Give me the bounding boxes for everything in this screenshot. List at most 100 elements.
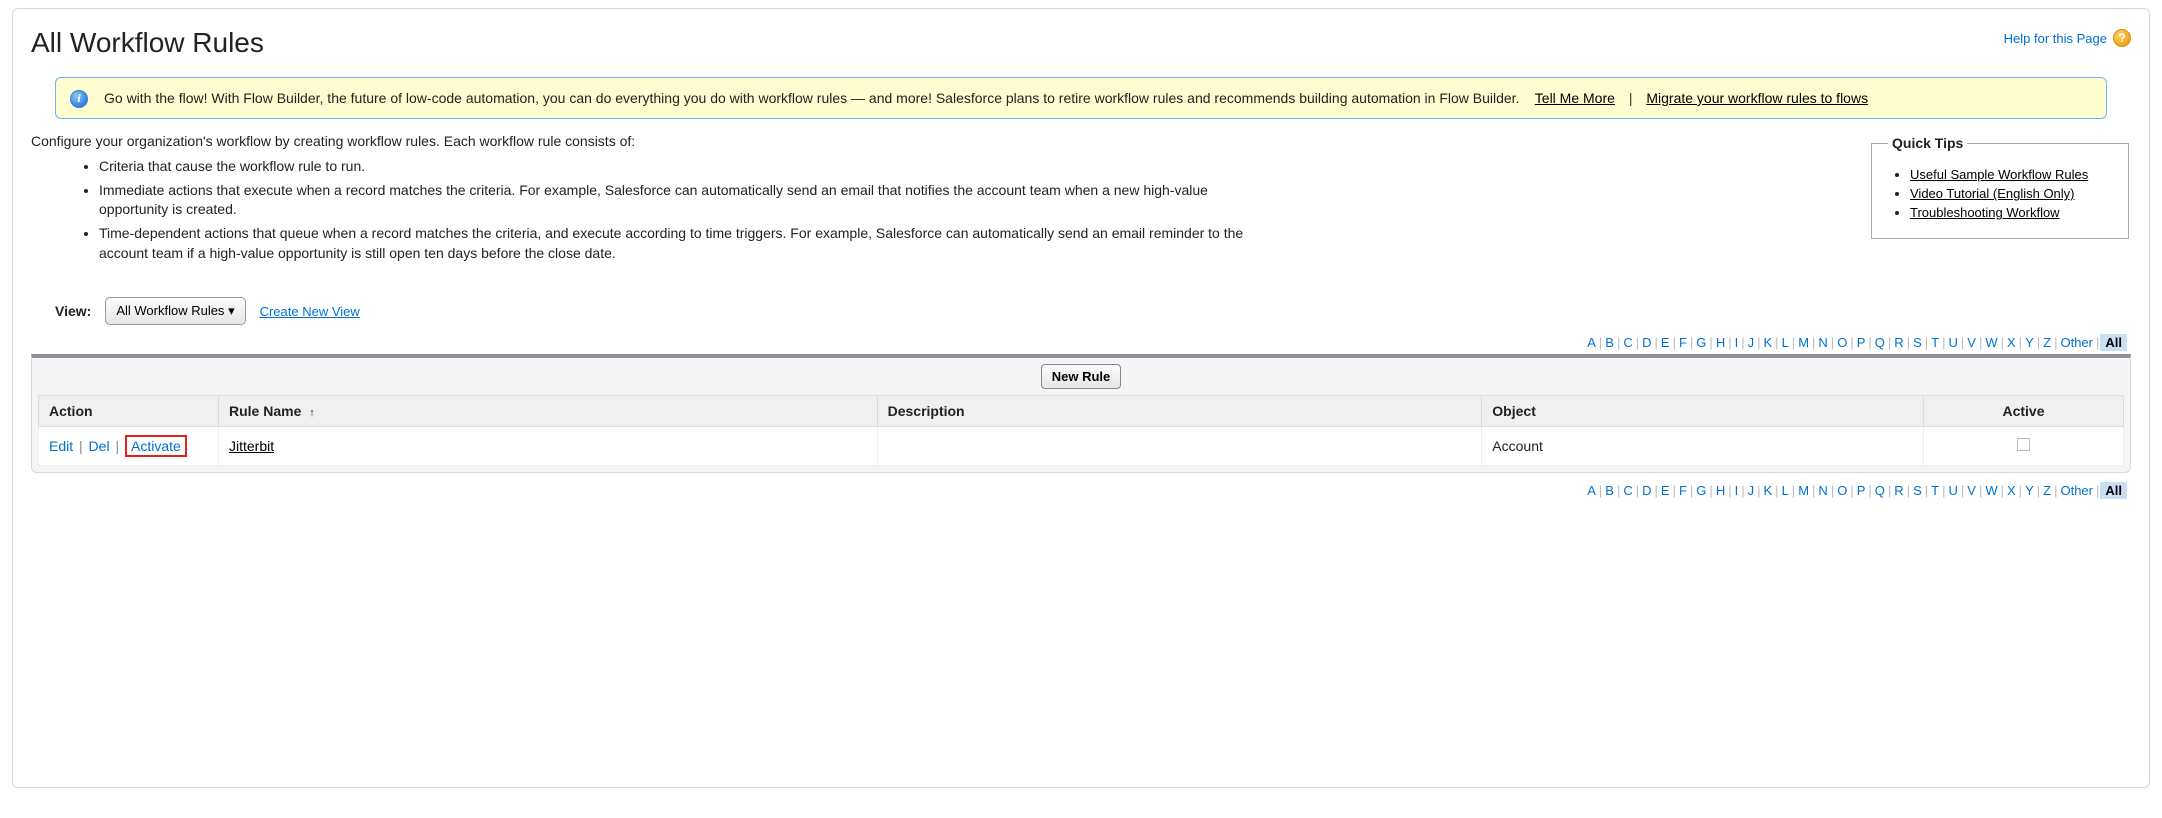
- rolodex-letter[interactable]: I: [1733, 483, 1741, 498]
- activate-link[interactable]: Activate: [131, 438, 181, 454]
- rolodex-letter[interactable]: B: [1603, 335, 1616, 350]
- rolodex-letter[interactable]: F: [1677, 483, 1689, 498]
- rolodex-letter[interactable]: G: [1694, 483, 1708, 498]
- rolodex-letter[interactable]: R: [1892, 483, 1905, 498]
- col-action: Action: [39, 396, 219, 427]
- activate-highlight: Activate: [125, 435, 187, 457]
- intro-list: Criteria that cause the workflow rule to…: [31, 157, 1849, 263]
- rolodex-letter[interactable]: U: [1946, 335, 1959, 350]
- rolodex-all[interactable]: All: [2100, 482, 2127, 499]
- col-description: Description: [877, 396, 1482, 427]
- intro-bullet: Criteria that cause the workflow rule to…: [99, 157, 1259, 177]
- rolodex-letter[interactable]: V: [1965, 483, 1978, 498]
- del-link[interactable]: Del: [89, 438, 110, 454]
- rolodex-letter[interactable]: W: [1983, 483, 1999, 498]
- table-row: Edit | Del | Activate Jitterbit Account: [39, 427, 2124, 466]
- rolodex-letter[interactable]: C: [1621, 335, 1634, 350]
- rolodex-letter[interactable]: S: [1911, 335, 1924, 350]
- rolodex-letter[interactable]: M: [1796, 483, 1811, 498]
- view-select[interactable]: All Workflow Rules ▾: [105, 297, 245, 325]
- rolodex-letter[interactable]: C: [1621, 483, 1634, 498]
- rolodex-letter[interactable]: T: [1929, 483, 1941, 498]
- rolodex-letter[interactable]: I: [1733, 335, 1741, 350]
- rolodex-letter[interactable]: A: [1585, 335, 1598, 350]
- rolodex-letter[interactable]: N: [1816, 335, 1829, 350]
- rolodex-letter[interactable]: P: [1855, 335, 1868, 350]
- quick-tips-legend: Quick Tips: [1888, 135, 1967, 151]
- rolodex-letter[interactable]: M: [1796, 335, 1811, 350]
- rolodex-top: A|B|C|D|E|F|G|H|I|J|K|L|M|N|O|P|Q|R|S|T|…: [31, 335, 2127, 350]
- rolodex-letter[interactable]: W: [1983, 335, 1999, 350]
- intro-bullet: Immediate actions that execute when a re…: [99, 181, 1259, 220]
- rolodex-letter[interactable]: J: [1746, 483, 1757, 498]
- quick-tip-link-video[interactable]: Video Tutorial (English Only): [1910, 186, 2075, 201]
- rolodex-letter[interactable]: E: [1659, 483, 1672, 498]
- rolodex-letter[interactable]: Z: [2041, 335, 2053, 350]
- new-rule-button[interactable]: New Rule: [1041, 364, 1122, 389]
- page-header: All Workflow Rules Help for this Page ?: [31, 23, 2131, 77]
- create-new-view-link[interactable]: Create New View: [260, 304, 360, 319]
- page-container: All Workflow Rules Help for this Page ? …: [12, 8, 2150, 788]
- intro-bullet: Time-dependent actions that queue when a…: [99, 224, 1259, 263]
- rolodex-letter[interactable]: T: [1929, 335, 1941, 350]
- rolodex-letter[interactable]: S: [1911, 483, 1924, 498]
- active-checkbox: [2017, 438, 2030, 451]
- rolodex-letter[interactable]: P: [1855, 483, 1868, 498]
- rolodex-letter[interactable]: K: [1762, 335, 1775, 350]
- col-active: Active: [1924, 396, 2124, 427]
- help-label: Help for this Page: [2004, 31, 2107, 46]
- rolodex-letter[interactable]: N: [1816, 483, 1829, 498]
- quick-tip-link-sample-rules[interactable]: Useful Sample Workflow Rules: [1910, 167, 2088, 182]
- rolodex-other[interactable]: Other: [2058, 335, 2095, 350]
- action-cell: Edit | Del | Activate: [39, 427, 219, 466]
- rolodex-letter[interactable]: O: [1835, 483, 1849, 498]
- rolodex-letter[interactable]: X: [2005, 483, 2018, 498]
- body-row: Configure your organization's workflow b…: [31, 133, 2131, 269]
- sort-asc-icon: ↑: [309, 407, 315, 419]
- chevron-down-icon: ▾: [228, 303, 235, 318]
- rolodex-letter[interactable]: X: [2005, 335, 2018, 350]
- tell-me-more-link[interactable]: Tell Me More: [1535, 90, 1615, 106]
- rolodex-letter[interactable]: K: [1762, 483, 1775, 498]
- rolodex-letter[interactable]: E: [1659, 335, 1672, 350]
- rolodex-letter[interactable]: D: [1640, 483, 1653, 498]
- intro-lead: Configure your organization's workflow b…: [31, 133, 1849, 149]
- rolodex-letter[interactable]: F: [1677, 335, 1689, 350]
- rolodex-letter[interactable]: H: [1714, 483, 1727, 498]
- rolodex-letter[interactable]: R: [1892, 335, 1905, 350]
- help-for-page-link[interactable]: Help for this Page ?: [2004, 29, 2131, 47]
- page-title: All Workflow Rules: [31, 27, 264, 59]
- table-wrap: New Rule Action Rule Name ↑ Description …: [31, 354, 2131, 473]
- rolodex-other[interactable]: Other: [2058, 483, 2095, 498]
- edit-link[interactable]: Edit: [49, 438, 73, 454]
- rule-name-cell: Jitterbit: [219, 427, 878, 466]
- banner-text: Go with the flow! With Flow Builder, the…: [104, 90, 1519, 106]
- rolodex-letter[interactable]: D: [1640, 335, 1653, 350]
- rolodex-letter[interactable]: B: [1603, 483, 1616, 498]
- info-icon: i: [70, 90, 88, 108]
- col-rule-name-label: Rule Name: [229, 403, 301, 419]
- rolodex-letter[interactable]: Y: [2023, 483, 2036, 498]
- rolodex-letter[interactable]: L: [1780, 335, 1791, 350]
- rolodex-letter[interactable]: O: [1835, 335, 1849, 350]
- rolodex-letter[interactable]: A: [1585, 483, 1598, 498]
- rolodex-letter[interactable]: Z: [2041, 483, 2053, 498]
- rolodex-letter[interactable]: Y: [2023, 335, 2036, 350]
- migrate-rules-link[interactable]: Migrate your workflow rules to flows: [1646, 90, 1868, 106]
- rolodex-letter[interactable]: Q: [1873, 335, 1887, 350]
- quick-tip-link-troubleshooting[interactable]: Troubleshooting Workflow: [1910, 205, 2060, 220]
- col-rule-name[interactable]: Rule Name ↑: [219, 396, 878, 427]
- rolodex-letter[interactable]: H: [1714, 335, 1727, 350]
- rule-name-link[interactable]: Jitterbit: [229, 438, 274, 454]
- rolodex-letter[interactable]: Q: [1873, 483, 1887, 498]
- description-cell: [877, 427, 1482, 466]
- col-object: Object: [1482, 396, 1924, 427]
- rolodex-letter[interactable]: L: [1780, 483, 1791, 498]
- rolodex-letter[interactable]: U: [1946, 483, 1959, 498]
- rolodex-letter[interactable]: J: [1746, 335, 1757, 350]
- intro-section: Configure your organization's workflow b…: [31, 133, 1849, 269]
- rolodex-all[interactable]: All: [2100, 334, 2127, 351]
- rolodex-letter[interactable]: G: [1694, 335, 1708, 350]
- rolodex-letter[interactable]: V: [1965, 335, 1978, 350]
- pipe-separator: |: [115, 438, 119, 454]
